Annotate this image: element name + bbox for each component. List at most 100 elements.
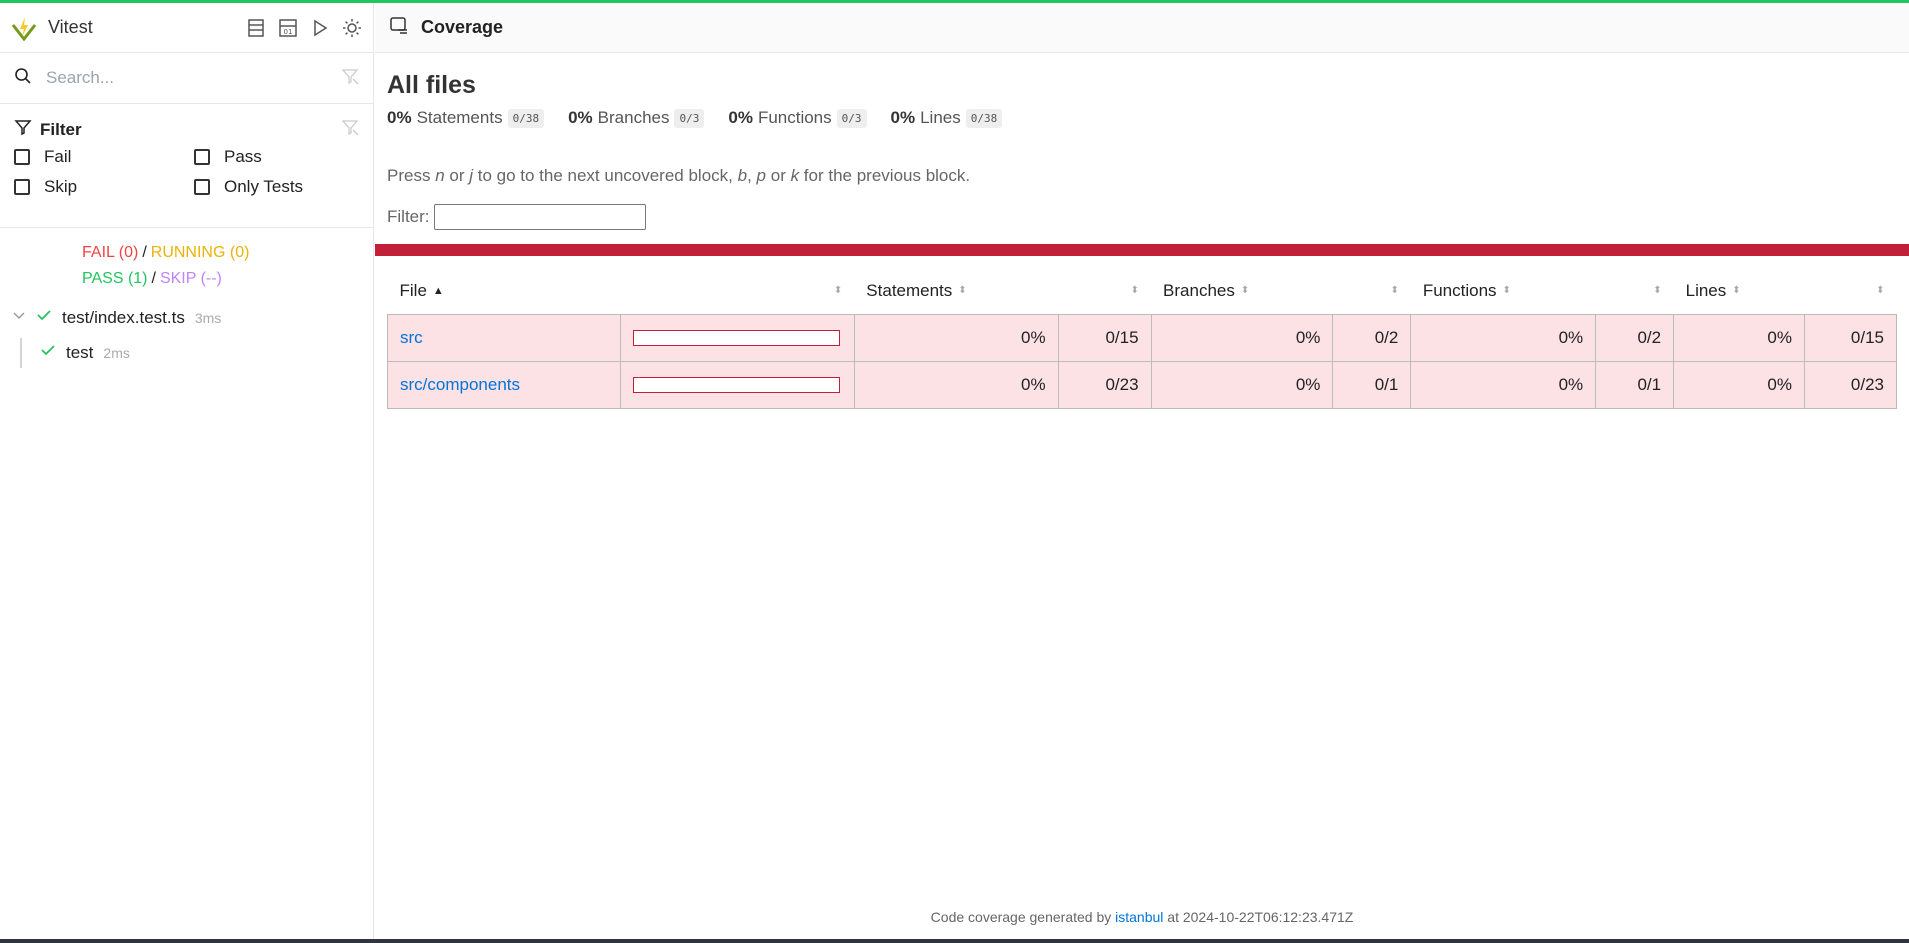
sort-icon: ⬍ — [958, 285, 967, 297]
header-statements-frac[interactable]: ⬍ — [1058, 268, 1151, 314]
statements-frac: 0/15 — [1057, 313, 1152, 362]
checkbox[interactable] — [14, 179, 30, 195]
tree-item-file[interactable]: test/index.test.ts 3ms — [0, 300, 373, 335]
table-row: src/components 0% 0/23 0% 0/1 0% 0/1 0% … — [387, 360, 1897, 409]
test-status-summary: FAIL (0) / RUNNING (0) PASS (1) / SKIP (--) — [0, 228, 373, 292]
filter-panel: Filter Fail Pass Skip Only Tests — [0, 104, 373, 228]
search-icon — [14, 67, 32, 90]
branches-frac: 0/2 — [1332, 313, 1412, 362]
coverage-bar — [632, 376, 840, 393]
header-branches[interactable]: Branches ⬍ — [1151, 268, 1333, 314]
test-tree: test/index.test.ts 3ms test 2ms — [0, 300, 373, 370]
report-heading: All files — [387, 71, 476, 99]
header-functions[interactable]: Functions ⬍ — [1411, 268, 1596, 314]
sort-icon: ⬍ — [1130, 285, 1140, 297]
lines-frac: 0/15 — [1804, 313, 1897, 362]
statements-frac: 0/23 — [1057, 360, 1152, 409]
sort-icon: ⬍ — [1732, 285, 1741, 297]
theme-toggle-icon[interactable] — [341, 17, 363, 39]
functions-pct: 0% — [1410, 360, 1597, 409]
header-lines[interactable]: Lines ⬍ — [1674, 268, 1805, 314]
file-link[interactable]: src — [400, 328, 423, 347]
filter-skip[interactable]: Skip — [14, 177, 194, 197]
table-row: src 0% 0/15 0% 0/2 0% 0/2 0% 0/15 — [387, 313, 1897, 362]
filter-only-tests[interactable]: Only Tests — [194, 177, 374, 197]
checkbox[interactable] — [14, 149, 30, 165]
app-title: Vitest — [48, 17, 93, 37]
summary-lines: 0% Lines 0/38 — [891, 108, 1003, 128]
coverage-status-bar — [375, 244, 1909, 256]
status-separator: / — [142, 244, 147, 261]
coverage-table: File ▲ ⬍ Statements ⬍ ⬍ Branches ⬍ ⬍ Functi… — [387, 268, 1897, 409]
filter-title: Filter — [40, 119, 82, 139]
coverage-report-icon — [389, 15, 409, 40]
header-functions-frac[interactable]: ⬍ — [1596, 268, 1674, 314]
vitest-logo-icon — [10, 14, 38, 42]
tree-item-label: test — [66, 342, 94, 362]
summary-functions: 0% Functions 0/3 — [728, 108, 867, 128]
tree-item-duration: 3ms — [194, 309, 222, 326]
sort-icon: ⬍ — [1240, 285, 1250, 297]
checkbox[interactable] — [194, 149, 210, 165]
check-icon — [36, 307, 52, 328]
filter-fail[interactable]: Fail — [14, 147, 194, 167]
search-input[interactable] — [46, 68, 341, 88]
status-pass: PASS (1) — [82, 270, 148, 287]
report-footer: Code coverage generated by istanbul at 2… — [930, 909, 1354, 925]
sort-icon: ⬍ — [1390, 285, 1399, 297]
branches-pct: 0% — [1150, 313, 1334, 362]
branches-pct: 0% — [1150, 360, 1334, 409]
clear-filter-icon[interactable] — [341, 118, 359, 141]
branches-frac: 0/1 — [1332, 360, 1412, 409]
coverage-report: All files 0% Statements 0/38 0% Branches… — [375, 71, 1909, 409]
statements-pct: 0% — [853, 313, 1059, 362]
coverage-bar — [632, 329, 840, 346]
status-fail: FAIL (0) — [82, 244, 139, 261]
dashboard-icon[interactable] — [245, 17, 267, 39]
istanbul-link[interactable]: istanbul — [1115, 909, 1163, 925]
file-filter: Filter: — [387, 204, 1897, 230]
main-panel: Coverage All files 0% Statements 0/38 0%… — [375, 3, 1909, 939]
statements-pct: 0% — [853, 360, 1059, 409]
status-separator: / — [151, 270, 156, 287]
search-bar — [0, 53, 373, 104]
header-lines-frac[interactable]: ⬍ — [1805, 268, 1897, 314]
filter-icon — [14, 118, 32, 141]
header-branches-frac[interactable]: ⬍ — [1333, 268, 1411, 314]
run-icon[interactable] — [309, 17, 331, 39]
functions-frac: 0/2 — [1595, 313, 1675, 362]
sort-icon: ⬍ — [833, 285, 843, 297]
coverage-summary: 0% Statements 0/38 0% Branches 0/3 0% Fu… — [387, 108, 1897, 128]
svg-text:01: 01 — [284, 28, 293, 36]
file-link[interactable]: src/components — [400, 375, 520, 394]
filter-input[interactable] — [433, 204, 646, 230]
coverage-icon[interactable]: 01 — [277, 17, 299, 39]
filter-pass[interactable]: Pass — [194, 147, 374, 167]
clear-filter-icon[interactable] — [341, 67, 359, 90]
sort-icon: ⬍ — [1653, 285, 1662, 297]
lines-pct: 0% — [1673, 360, 1805, 409]
tree-indent-line — [20, 337, 22, 368]
sidebar: Vitest 01 Filter — [0, 3, 374, 939]
sort-asc-icon: ▲ — [432, 284, 444, 297]
header-file-bar[interactable]: ⬍ — [620, 268, 854, 314]
tree-item-test[interactable]: test 2ms — [0, 335, 373, 370]
main-header: Coverage — [375, 3, 1909, 53]
tree-item-duration: 2ms — [103, 344, 130, 361]
page-title: Coverage — [421, 17, 504, 37]
lines-frac: 0/23 — [1804, 360, 1897, 409]
sidebar-header: Vitest 01 — [0, 3, 373, 53]
check-icon — [40, 342, 56, 363]
summary-branches: 0% Branches 0/3 — [568, 108, 705, 128]
tree-item-label: test/index.test.ts — [62, 307, 185, 327]
status-skip: SKIP (--) — [159, 270, 222, 287]
header-file[interactable]: File ▲ — [388, 268, 621, 314]
header-statements[interactable]: Statements ⬍ — [854, 268, 1058, 314]
sort-icon: ⬍ — [1502, 285, 1511, 297]
checkbox[interactable] — [194, 179, 210, 195]
lines-pct: 0% — [1673, 313, 1805, 362]
bottom-border — [0, 939, 1909, 943]
status-running: RUNNING (0) — [150, 244, 250, 261]
chevron-down-icon[interactable] — [12, 308, 26, 328]
header-toolbar: 01 — [245, 17, 363, 39]
